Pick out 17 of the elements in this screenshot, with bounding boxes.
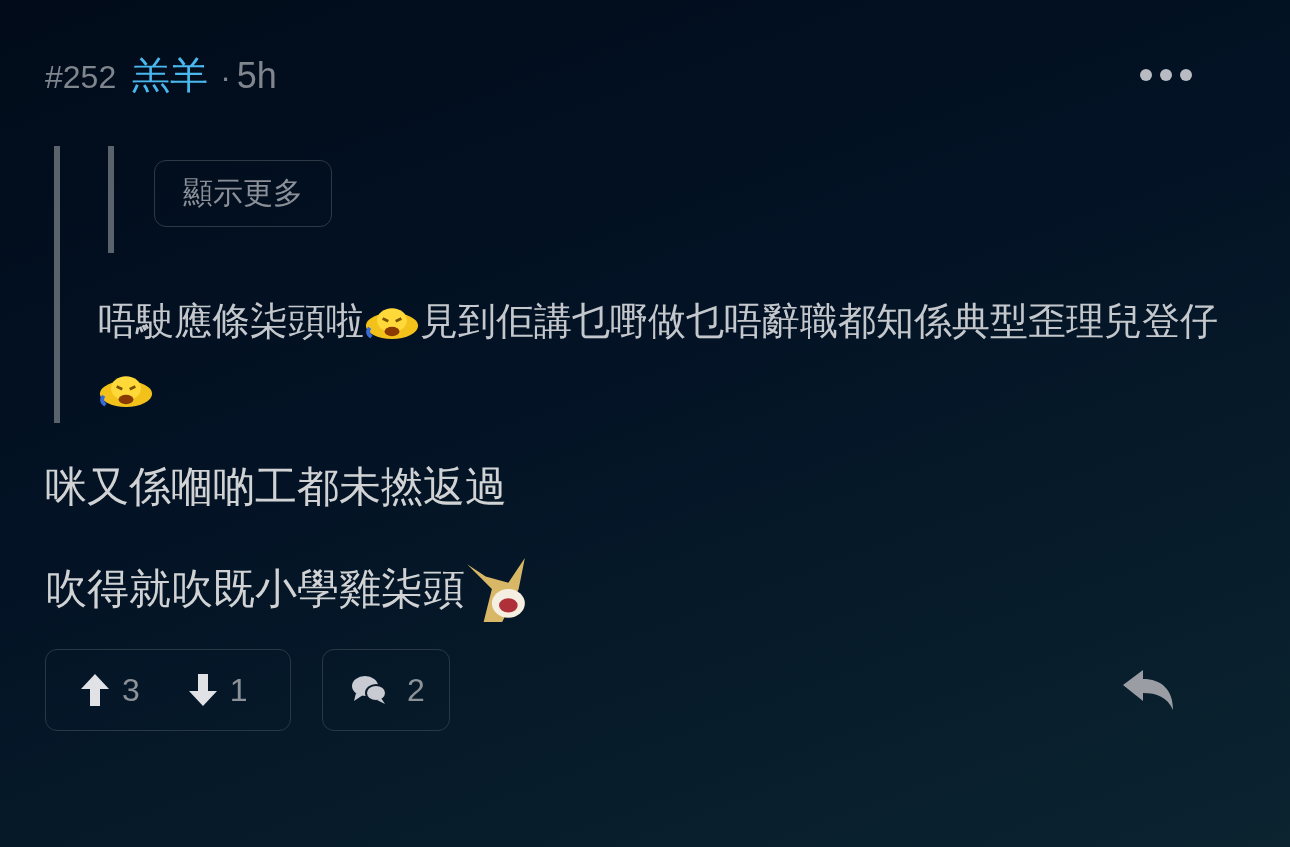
author-name[interactable]: 羔羊 (132, 50, 209, 101)
reply-icon[interactable] (1121, 669, 1175, 711)
downvote-count: 1 (229, 671, 248, 709)
upvote-count: 3 (122, 671, 140, 709)
speech-bubbles-icon (351, 675, 387, 705)
comments-button[interactable]: 2 (322, 649, 450, 731)
downvote-icon[interactable] (187, 673, 218, 707)
quote-text: 見到佢講乜嘢做乜唔辭職都知係典型歪理兒登仔 (420, 300, 1218, 342)
show-more-button[interactable]: 顯示更多 (154, 160, 332, 227)
post-text: 咪又係嗰啲工都未撚返過 (45, 463, 507, 510)
upvote-icon[interactable] (80, 673, 110, 707)
post-text: 吹得就吹既小學雞柒頭 (45, 565, 465, 612)
post-number: #252 (45, 59, 117, 96)
more-icon[interactable] (1139, 68, 1193, 82)
quote-text: 唔駛應條柒頭啦 (98, 300, 364, 342)
separator-dot: · (220, 59, 231, 96)
post-time: 5h (236, 55, 277, 97)
